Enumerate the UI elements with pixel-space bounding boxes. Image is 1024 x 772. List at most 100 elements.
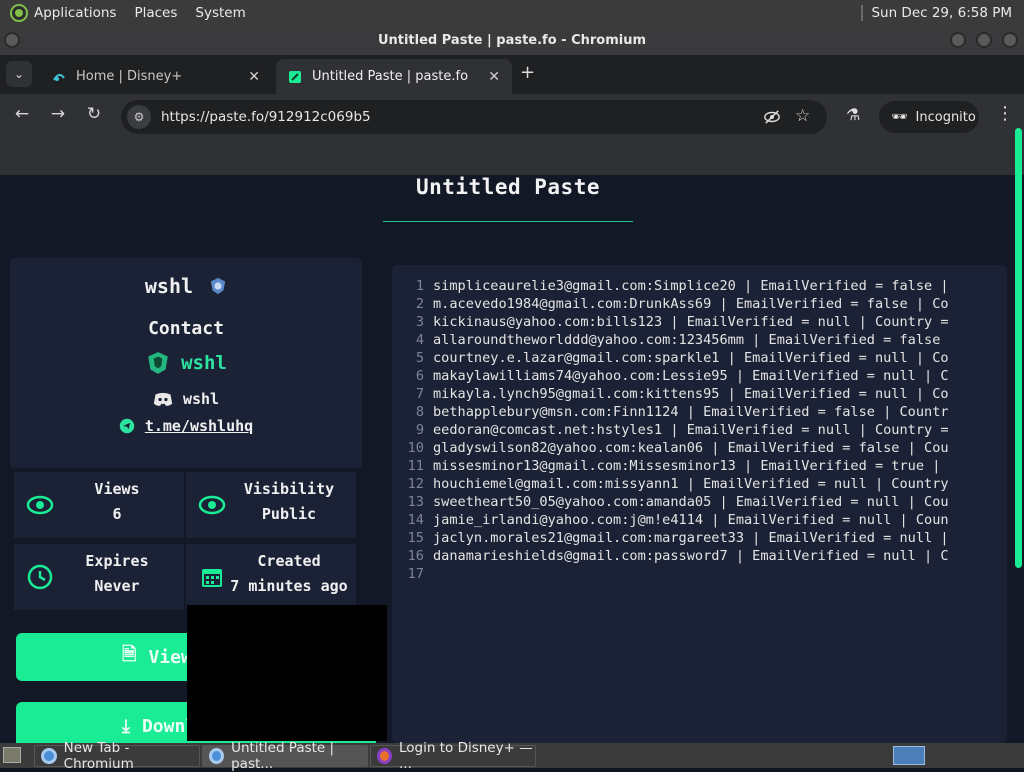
line-text[interactable]: eedoran@comcast.net:hstyles1 | EmailVeri… bbox=[433, 421, 949, 439]
telegram-link[interactable]: t.me/wshluhq bbox=[10, 417, 362, 435]
line-text[interactable]: bethapplebury@msn.com:Finn1124 | EmailVe… bbox=[433, 403, 949, 421]
code-line[interactable]: 1 simpliceaurelie3@gmail.com:Simplice20 |… bbox=[400, 277, 949, 295]
close-window-icon[interactable] bbox=[1002, 32, 1018, 48]
maximize-icon[interactable] bbox=[976, 32, 992, 48]
address-bar[interactable]: ⚙ https://paste.fo/912912c069b5 ☆ bbox=[121, 100, 827, 134]
line-text[interactable]: simpliceaurelie3@gmail.com:Simplice20 | … bbox=[433, 277, 949, 295]
window-title: Untitled Paste | paste.fo - Chromium bbox=[377, 32, 647, 48]
expires-label: Expires bbox=[85, 552, 149, 570]
line-number: 2 bbox=[415, 296, 424, 312]
line-text[interactable]: houchiemel@gmail.com:missyann1 | EmailVe… bbox=[433, 475, 949, 493]
menu-applications[interactable]: Applications bbox=[34, 5, 116, 21]
author-name[interactable]: wshl bbox=[10, 274, 362, 298]
code-line[interactable]: 7 mikayla.lynch95@gmail.com:kittens95 | E… bbox=[400, 385, 949, 403]
new-tab-plus-icon[interactable]: + bbox=[520, 62, 535, 83]
line-number: 15 bbox=[407, 530, 424, 546]
menu-places[interactable]: Places bbox=[134, 5, 177, 21]
brand-name: wshl bbox=[181, 352, 227, 374]
paste-content[interactable]: 1 simpliceaurelie3@gmail.com:Simplice20 |… bbox=[392, 265, 1007, 743]
discord-handle: wshl bbox=[182, 390, 220, 408]
code-line[interactable]: 5 courtney.e.lazar@gmail.com:sparkle1 | E… bbox=[400, 349, 949, 367]
line-number: 3 bbox=[415, 314, 424, 330]
line-number: 14 bbox=[407, 512, 424, 528]
line-text[interactable]: jamie_irlandi@yahoo.com:j@m!e4114 | Emai… bbox=[433, 511, 949, 529]
code-line[interactable]: 15 jaclyn.morales21@gmail.com:margareet33… bbox=[400, 529, 949, 547]
minimize-icon[interactable] bbox=[950, 32, 966, 48]
tab-search-chevron-down-icon[interactable]: ⌄ bbox=[6, 61, 32, 87]
incognito-indicator[interactable]: 🕶 Incognito bbox=[879, 101, 979, 133]
line-number: 13 bbox=[407, 494, 424, 510]
line-text[interactable]: sweetheart50_05@yahoo.com:amanda05 | Ema… bbox=[433, 493, 949, 511]
paste-title: Untitled Paste bbox=[415, 175, 600, 199]
code-line[interactable]: 3 kickinaus@yahoo.com:bills123 | EmailVer… bbox=[400, 313, 949, 331]
line-text[interactable]: missesminor13@gmail.com:Missesminor13 | … bbox=[433, 457, 940, 475]
kebab-menu-icon[interactable]: ⋮ bbox=[996, 105, 1014, 123]
bookmark-star-icon[interactable]: ☆ bbox=[795, 106, 810, 126]
verified-badge-icon bbox=[210, 277, 226, 295]
chromium-icon bbox=[209, 748, 225, 764]
eye-slash-icon[interactable] bbox=[763, 108, 781, 126]
code-line[interactable]: 11 missesminor13@gmail.com:Missesminor13 … bbox=[400, 457, 949, 475]
reload-icon[interactable]: ↻ bbox=[82, 104, 106, 124]
discord-contact[interactable]: wshl bbox=[10, 390, 362, 408]
url-text[interactable]: https://paste.fo/912912c069b5 bbox=[161, 109, 371, 125]
workspace-switcher-icon[interactable] bbox=[893, 746, 925, 765]
line-number: 9 bbox=[415, 422, 424, 438]
panel-clock[interactable]: Sun Dec 29, 6:58 PM bbox=[871, 5, 1012, 21]
gnome-foot-icon[interactable] bbox=[10, 3, 28, 22]
line-text[interactable]: allaroundtheworlddd@yahoo.com:123456mm |… bbox=[433, 331, 940, 349]
labs-flask-icon[interactable]: ⚗ bbox=[846, 105, 860, 124]
taskbar: New Tab - Chromium Untitled Paste | past… bbox=[0, 740, 1024, 772]
line-text[interactable]: m.acevedo1984@gmail.com:DrunkAss69 | Ema… bbox=[433, 295, 949, 313]
paste-favicon-icon bbox=[289, 70, 301, 83]
code-line[interactable]: 8 bethapplebury@msn.com:Finn1124 | EmailV… bbox=[400, 403, 949, 421]
menu-system[interactable]: System bbox=[195, 5, 245, 21]
show-desktop-icon[interactable] bbox=[3, 747, 21, 763]
code-line[interactable]: 4 allaroundtheworlddd@yahoo.com:123456mm … bbox=[400, 331, 949, 349]
views-value: 6 bbox=[112, 505, 122, 523]
tab-paste[interactable]: Untitled Paste | paste.fo ✕ bbox=[276, 59, 512, 94]
task-untitled-paste[interactable]: Untitled Paste | past... bbox=[202, 740, 368, 772]
line-text[interactable]: courtney.e.lazar@gmail.com:sparkle1 | Em… bbox=[433, 349, 949, 367]
profile-card: wshl Contact wshl wshl t.me/wshluhq bbox=[10, 258, 362, 468]
code-line[interactable]: 13 sweetheart50_05@yahoo.com:amanda05 | E… bbox=[400, 493, 949, 511]
line-text[interactable]: mikayla.lynch95@gmail.com:kittens95 | Em… bbox=[433, 385, 949, 403]
code-line[interactable]: 14 jamie_irlandi@yahoo.com:j@m!e4114 | Em… bbox=[400, 511, 949, 529]
line-text[interactable]: gladyswilson82@yahoo.com:kealan06 | Emai… bbox=[433, 439, 949, 457]
forward-arrow-icon[interactable]: → bbox=[46, 104, 70, 124]
code-line[interactable]: 10 gladyswilson82@yahoo.com:kealan06 | Em… bbox=[400, 439, 949, 457]
brand-link[interactable]: wshl bbox=[10, 350, 362, 376]
line-number: 4 bbox=[415, 332, 424, 348]
code-line[interactable]: 6 makaylawilliams74@yahoo.com:Lessie95 | … bbox=[400, 367, 949, 385]
page-scrollbar[interactable] bbox=[1015, 128, 1022, 568]
line-number: 7 bbox=[415, 386, 424, 402]
title-divider bbox=[383, 221, 633, 222]
window-titlebar[interactable]: Untitled Paste | paste.fo - Chromium bbox=[0, 25, 1024, 55]
tab-disney[interactable]: Home | Disney+ ✕ bbox=[40, 59, 272, 94]
visibility-value: Public bbox=[261, 505, 317, 523]
line-text[interactable]: jaclyn.morales21@gmail.com:margareet33 |… bbox=[433, 529, 949, 547]
code-line[interactable]: 12 houchiemel@gmail.com:missyann1 | Email… bbox=[400, 475, 949, 493]
code-line[interactable]: 17 bbox=[400, 565, 949, 583]
code-line[interactable]: 16 danamarieshields@gmail.com:password7 |… bbox=[400, 547, 949, 565]
browser-toolbar: ← → ↻ ⚙ https://paste.fo/912912c069b5 ☆ … bbox=[0, 94, 1024, 140]
task-label: Untitled Paste | past... bbox=[231, 740, 335, 772]
line-text[interactable]: kickinaus@yahoo.com:bills123 | EmailVeri… bbox=[433, 313, 949, 331]
line-number: 12 bbox=[407, 476, 424, 492]
tab-close-icon[interactable]: ✕ bbox=[248, 69, 260, 85]
tab-close-icon[interactable]: ✕ bbox=[488, 69, 500, 85]
window-menu-icon[interactable] bbox=[4, 32, 20, 48]
code-line[interactable]: 9 eedoran@comcast.net:hstyles1 | EmailVer… bbox=[400, 421, 949, 439]
code-line[interactable]: 2 m.acevedo1984@gmail.com:DrunkAss69 | Em… bbox=[400, 295, 949, 313]
line-text[interactable]: danamarieshields@gmail.com:password7 | E… bbox=[433, 547, 949, 565]
line-number: 1 bbox=[415, 278, 424, 294]
task-new-tab-chromium[interactable]: New Tab - Chromium bbox=[34, 740, 200, 772]
author-name-text: wshl bbox=[144, 274, 194, 298]
line-number: 8 bbox=[415, 404, 424, 420]
task-login-disney[interactable]: Login to Disney+ — ... bbox=[370, 740, 536, 772]
telegram-icon bbox=[119, 418, 135, 434]
site-info-tune-icon[interactable]: ⚙ bbox=[127, 105, 151, 129]
back-arrow-icon[interactable]: ← bbox=[10, 104, 34, 124]
line-text[interactable]: makaylawilliams74@yahoo.com:Lessie95 | E… bbox=[433, 367, 949, 385]
code-lines[interactable]: 1 simpliceaurelie3@gmail.com:Simplice20 |… bbox=[400, 277, 949, 583]
